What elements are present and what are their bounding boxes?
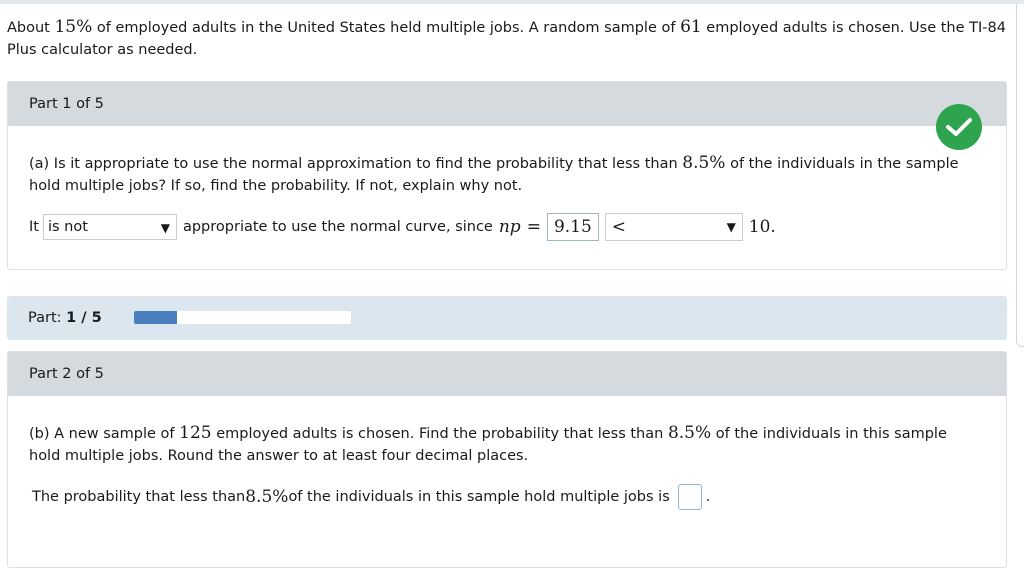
answer-b-text-1: The probability that less than <box>32 489 246 505</box>
problem-intro: About 15% of employed adults in the Unit… <box>7 16 1012 61</box>
triangle-down-icon: ▼ <box>726 220 736 234</box>
comparison-select[interactable]: < ▼ <box>604 213 743 241</box>
question-b-sample-size: 125 <box>179 423 212 443</box>
np-value: 9.15 <box>553 217 592 237</box>
part-1-answer-row: It is not ▼ appropriate to use the norma… <box>29 212 776 242</box>
part-2-answer-row: The probability that less than 8.5% of t… <box>32 484 710 510</box>
answer-mid-text: appropriate to use the normal curve, sin… <box>182 219 493 235</box>
triangle-down-icon: ▼ <box>160 221 170 235</box>
checkmark-icon <box>936 104 982 150</box>
progress-value: 1 / 5 <box>66 310 102 326</box>
answer-b-percent: 8.5% <box>245 487 289 507</box>
part-1-title: Part 1 of 5 <box>29 96 104 112</box>
intro-text-2: of employed adults in the United States … <box>92 20 681 36</box>
question-b-percent: 8.5% <box>667 423 712 443</box>
answer-b-period: . <box>705 489 711 505</box>
part-1-header: Part 1 of 5 <box>8 82 1006 126</box>
part-1-question: (a) Is it appropriate to use the normal … <box>29 152 969 197</box>
comparison-value: < <box>611 217 627 237</box>
threshold-value: 10. <box>748 217 776 237</box>
question-a-percent: 8.5% <box>682 153 726 173</box>
answer-b-text-2: of the individuals in this sample hold m… <box>288 489 670 505</box>
probability-answer-input[interactable] <box>677 484 702 510</box>
np-value-input[interactable]: 9.15 <box>546 213 599 241</box>
intro-sample-size: 61 <box>680 17 702 37</box>
part-2-card: Part 2 of 5 (b) A new sample of 125 empl… <box>7 351 1007 568</box>
part-2-question: (b) A new sample of 125 employed adults … <box>29 422 969 467</box>
appropriateness-select[interactable]: is not ▼ <box>42 214 177 240</box>
question-b-text-1: (b) A new sample of <box>29 426 180 442</box>
equals-sign: = <box>526 217 541 237</box>
answer-prefix: It <box>29 219 39 235</box>
appropriateness-value: is not <box>47 219 88 235</box>
intro-text-1: About <box>7 20 55 36</box>
np-symbol: np <box>498 217 521 237</box>
progress-panel: Part: 1 / 5 <box>7 296 1007 340</box>
part-2-title: Part 2 of 5 <box>29 366 104 382</box>
progress-bar-fill <box>134 311 178 324</box>
progress-label-text: Part: <box>28 310 62 326</box>
right-panel-edge <box>1016 4 1024 347</box>
part-1-card: Part 1 of 5 (a) Is it appropriate to use… <box>7 81 1007 270</box>
intro-percent: 15% <box>54 17 93 37</box>
progress-label: Part: 1 / 5 <box>28 310 102 326</box>
progress-bar <box>134 311 351 324</box>
question-a-text-1: (a) Is it appropriate to use the normal … <box>29 156 683 172</box>
part-2-header: Part 2 of 5 <box>8 352 1006 396</box>
question-b-text-2: employed adults is chosen. Find the prob… <box>211 426 668 442</box>
top-border <box>0 0 1024 4</box>
